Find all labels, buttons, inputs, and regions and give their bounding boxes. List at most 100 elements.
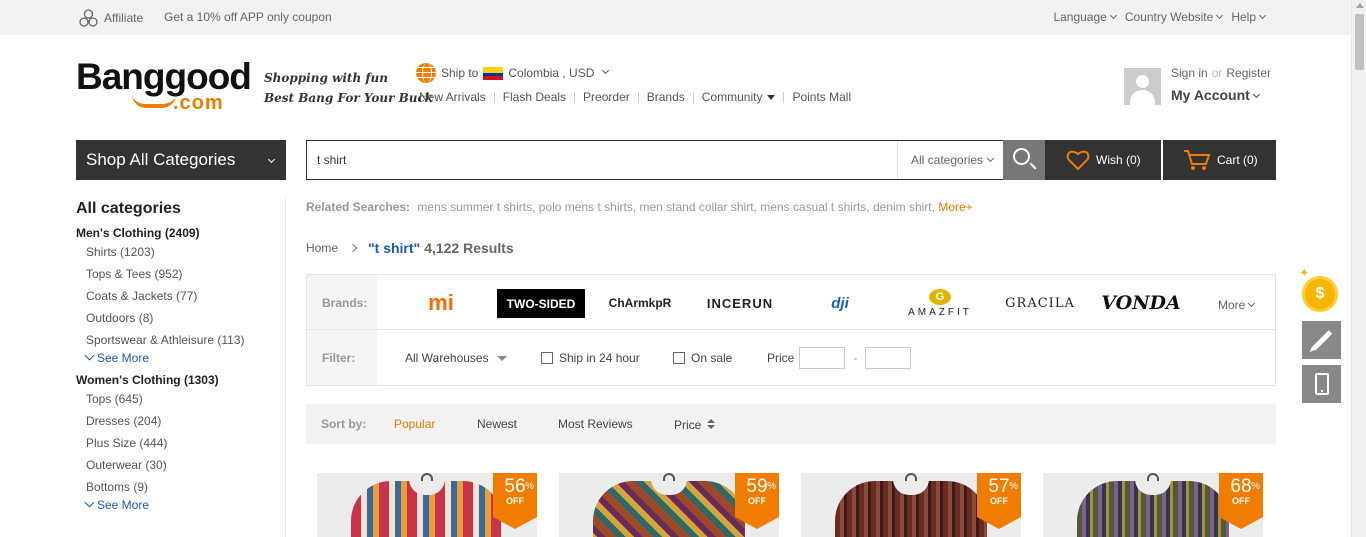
related-term[interactable]: men stand collar shirt,	[640, 200, 757, 214]
nav-flash-deals[interactable]: Flash Deals	[503, 90, 566, 104]
filter-panel: Brands: mi TWO-SIDED ChArmkpR INCERUN dj…	[306, 274, 1276, 386]
product-card[interactable]: 59% OFF	[559, 473, 779, 537]
chevron-down-icon	[1109, 11, 1117, 20]
brands-more-button[interactable]: More	[1218, 298, 1256, 312]
scroll-up-arrow-icon[interactable]	[1356, 3, 1364, 8]
app-coupon-link[interactable]: Get a 10% off APP only coupon	[164, 10, 332, 24]
shop-all-categories-button[interactable]: Shop All Categories	[76, 140, 286, 180]
category-item[interactable]: Dresses (204)	[76, 414, 285, 428]
breadcrumb-home[interactable]: Home	[306, 241, 338, 255]
related-term[interactable]: polo mens t shirts,	[539, 200, 636, 214]
nav-preorder[interactable]: Preorder	[583, 90, 630, 104]
category-item[interactable]: Plus Size (444)	[76, 436, 285, 450]
brand-incerun-logo[interactable]: INCERUN	[699, 287, 781, 319]
amazfit-wordmark: AMAZFIT	[908, 306, 972, 318]
my-account-menu[interactable]: My Account	[1171, 87, 1260, 103]
related-term[interactable]: denim shirt,	[873, 200, 935, 214]
see-more-mens[interactable]: See More	[76, 350, 285, 365]
language-menu[interactable]: Language	[1053, 10, 1117, 24]
register-link[interactable]: Register	[1226, 66, 1271, 80]
avatar-body-icon	[1130, 90, 1155, 105]
scrollbar-thumb[interactable]	[1355, 14, 1364, 70]
discount-pct: %	[767, 481, 776, 492]
related-more-link[interactable]: More+	[938, 200, 972, 214]
colombia-flag-icon	[483, 66, 504, 80]
app-download-button[interactable]	[1302, 365, 1341, 403]
category-womens-clothing[interactable]: Women's Clothing (1303)	[76, 373, 285, 387]
sort-price[interactable]: Price	[674, 417, 716, 432]
slogan: Shopping with fun Best Bang For Your Buc…	[264, 68, 433, 108]
affiliate-icon	[79, 9, 98, 27]
search-icon	[1013, 148, 1030, 165]
brand-dji-logo[interactable]: dji	[825, 287, 855, 319]
warehouse-label: All Warehouses	[405, 351, 489, 365]
vertical-scrollbar[interactable]	[1351, 0, 1366, 537]
category-item[interactable]: Tops (645)	[76, 392, 285, 406]
sort-most-reviews[interactable]: Most Reviews	[558, 417, 633, 431]
price-min-input[interactable]	[799, 347, 846, 369]
brand-vonda-logo[interactable]: VONDA	[1101, 287, 1181, 319]
avatar[interactable]	[1124, 68, 1161, 105]
country-website-menu[interactable]: Country Website	[1125, 10, 1224, 24]
see-more-womens[interactable]: See More	[76, 497, 285, 512]
category-item[interactable]: Sportswear & Athleisure (113)	[76, 333, 285, 347]
affiliate-link[interactable]: Affiliate	[79, 9, 143, 27]
brand-mi-logo[interactable]: mi	[423, 287, 459, 319]
search-button[interactable]	[1003, 140, 1045, 180]
nav-divider	[637, 91, 639, 103]
search-category-label: All categories	[911, 153, 984, 167]
brand-amazfit-logo[interactable]: G AMAZFIT	[895, 287, 985, 319]
discount-pct: %	[1251, 481, 1260, 492]
banggood-logo[interactable]: Banggood .com	[76, 56, 256, 114]
price-max-input[interactable]	[865, 347, 912, 369]
sign-in-link[interactable]: Sign in	[1171, 66, 1208, 80]
coins-icon[interactable]: $	[1300, 268, 1338, 312]
wishlist-button[interactable]: Wish (0)	[1046, 140, 1161, 180]
nav-community[interactable]: Community	[702, 90, 776, 104]
chevron-down-icon	[1248, 299, 1256, 308]
nav-points-mall[interactable]: Points Mall	[792, 90, 851, 104]
nav-community-label: Community	[701, 90, 763, 104]
category-item[interactable]: Bottoms (9)	[76, 480, 285, 494]
nav-new-arrivals[interactable]: New Arrivals	[419, 90, 486, 104]
chevron-right-icon	[348, 243, 358, 253]
category-mens-clothing[interactable]: Men's Clothing (2409)	[76, 226, 285, 240]
warehouse-select[interactable]: All Warehouses	[405, 351, 507, 365]
category-item[interactable]: Tops & Tees (952)	[76, 267, 285, 281]
ship-to-selector[interactable]: Ship to Colombia , USD	[416, 63, 610, 83]
related-term[interactable]: mens summer t shirts,	[417, 200, 535, 214]
hanger-icon	[663, 473, 675, 481]
brand-charmkpr-logo[interactable]: ChArmkpR	[607, 287, 673, 319]
on-sale-checkbox[interactable]: On sale	[673, 351, 732, 365]
checkbox-box[interactable]	[541, 352, 553, 364]
slogan-line-1: Shopping with fun	[264, 71, 388, 85]
related-term[interactable]: mens casual t shirts,	[760, 200, 869, 214]
category-item[interactable]: Coats & Jackets (77)	[76, 289, 285, 303]
feedback-button[interactable]	[1302, 321, 1341, 359]
my-account-label: My Account	[1171, 87, 1250, 103]
category-item[interactable]: Outerwear (30)	[76, 458, 285, 472]
product-card[interactable]: 57% OFF	[801, 473, 1021, 537]
help-menu[interactable]: Help	[1231, 10, 1267, 24]
nav-brands[interactable]: Brands	[647, 90, 685, 104]
logo-smile-icon	[132, 94, 176, 108]
amazfit-g-icon: G	[929, 288, 951, 305]
or-text: or	[1211, 66, 1223, 80]
category-item[interactable]: Shirts (1203)	[76, 245, 285, 259]
search-input[interactable]	[307, 141, 897, 179]
ship-to-value: Colombia , USD	[508, 66, 595, 80]
sort-newest[interactable]: Newest	[477, 417, 517, 431]
pencil-icon	[1311, 329, 1332, 351]
product-card[interactable]: 68% OFF	[1043, 473, 1263, 537]
ship-24h-checkbox[interactable]: Ship in 24 hour	[541, 351, 640, 365]
cart-button[interactable]: Cart (0)	[1163, 140, 1276, 180]
search-category-select[interactable]: All categories	[897, 141, 1005, 179]
chevron-down-icon	[1252, 90, 1260, 99]
ship-to-label: Ship to	[441, 66, 479, 80]
brand-two-sided-logo[interactable]: TWO-SIDED	[497, 289, 585, 318]
category-item[interactable]: Outdoors (8)	[76, 311, 285, 325]
checkbox-box[interactable]	[673, 352, 685, 364]
product-card[interactable]: 56% OFF	[317, 473, 537, 537]
brand-gracila-logo[interactable]: GRACILA	[1005, 287, 1074, 319]
sort-popular[interactable]: Popular	[394, 417, 435, 431]
